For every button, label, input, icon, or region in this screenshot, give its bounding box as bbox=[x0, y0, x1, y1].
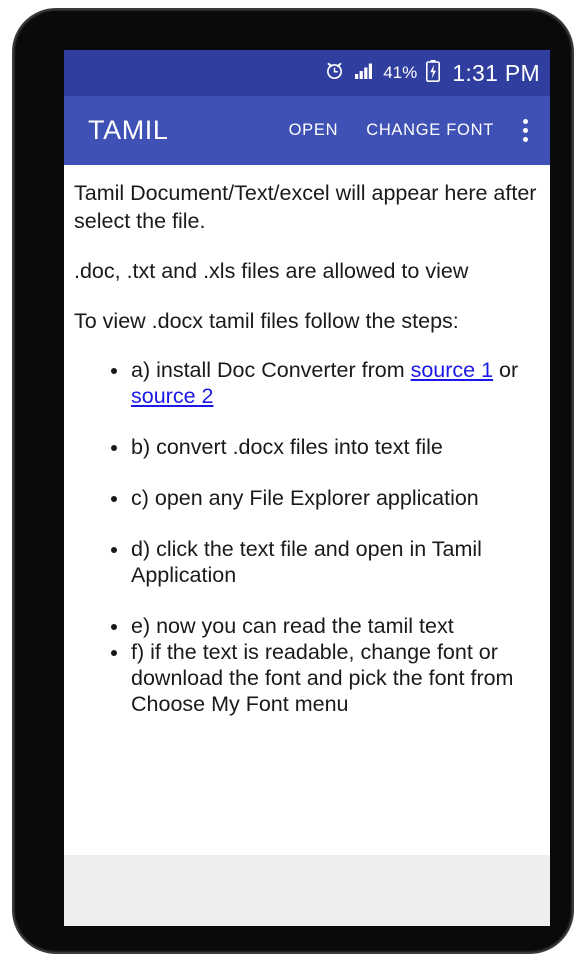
app-title: TAMIL bbox=[88, 115, 169, 145]
cellular-signal-icon bbox=[354, 62, 374, 85]
battery-charging-icon bbox=[426, 59, 441, 87]
battery-percent-label: 41% bbox=[383, 63, 418, 82]
document-content-area[interactable]: Tamil Document/Text/excel will appear he… bbox=[64, 165, 550, 855]
status-bar-clock: 1:31 PM bbox=[452, 59, 540, 86]
list-item: a) install Doc Converter from source 1 o… bbox=[74, 357, 538, 409]
step-a-middle: or bbox=[493, 358, 519, 382]
overflow-dot bbox=[522, 119, 528, 124]
status-bar-icons: 41% 1:31 PM bbox=[324, 59, 540, 87]
status-bar: 41% 1:31 PM bbox=[64, 50, 550, 96]
list-item: d) click the text file and open in Tamil… bbox=[74, 536, 538, 588]
allowed-files-paragraph: .doc, .txt and .xls files are allowed to… bbox=[74, 259, 469, 283]
list-item: e) now you can read the tamil text bbox=[74, 613, 538, 639]
overflow-dot bbox=[522, 128, 528, 133]
overflow-dot bbox=[522, 137, 528, 142]
more-vertical-icon[interactable] bbox=[508, 108, 542, 154]
source-2-link[interactable]: source 2 bbox=[131, 384, 213, 408]
open-button[interactable]: OPEN bbox=[275, 113, 353, 148]
phone-screen: 41% 1:31 PM TAMIL OPEN CHANGE FONT Tamil… bbox=[64, 50, 550, 926]
app-bar-actions: OPEN CHANGE FONT bbox=[275, 108, 542, 154]
bottom-banner-placeholder bbox=[64, 855, 550, 926]
intro-paragraph: Tamil Document/Text/excel will appear he… bbox=[74, 181, 537, 233]
step-a-prefix: a) install Doc Converter from bbox=[131, 358, 411, 382]
steps-list: a) install Doc Converter from source 1 o… bbox=[74, 357, 538, 717]
device-frame: 41% 1:31 PM TAMIL OPEN CHANGE FONT Tamil… bbox=[12, 8, 574, 954]
list-item: f) if the text is readable, change font … bbox=[74, 639, 538, 717]
list-item: c) open any File Explorer application bbox=[74, 485, 538, 511]
steps-intro-paragraph: To view .docx tamil files follow the ste… bbox=[74, 309, 459, 333]
app-bar: TAMIL OPEN CHANGE FONT bbox=[64, 96, 550, 165]
alarm-clock-icon bbox=[324, 60, 345, 86]
source-1-link[interactable]: source 1 bbox=[411, 358, 493, 382]
list-item: b) convert .docx files into text file bbox=[74, 434, 538, 460]
change-font-button[interactable]: CHANGE FONT bbox=[352, 113, 508, 148]
